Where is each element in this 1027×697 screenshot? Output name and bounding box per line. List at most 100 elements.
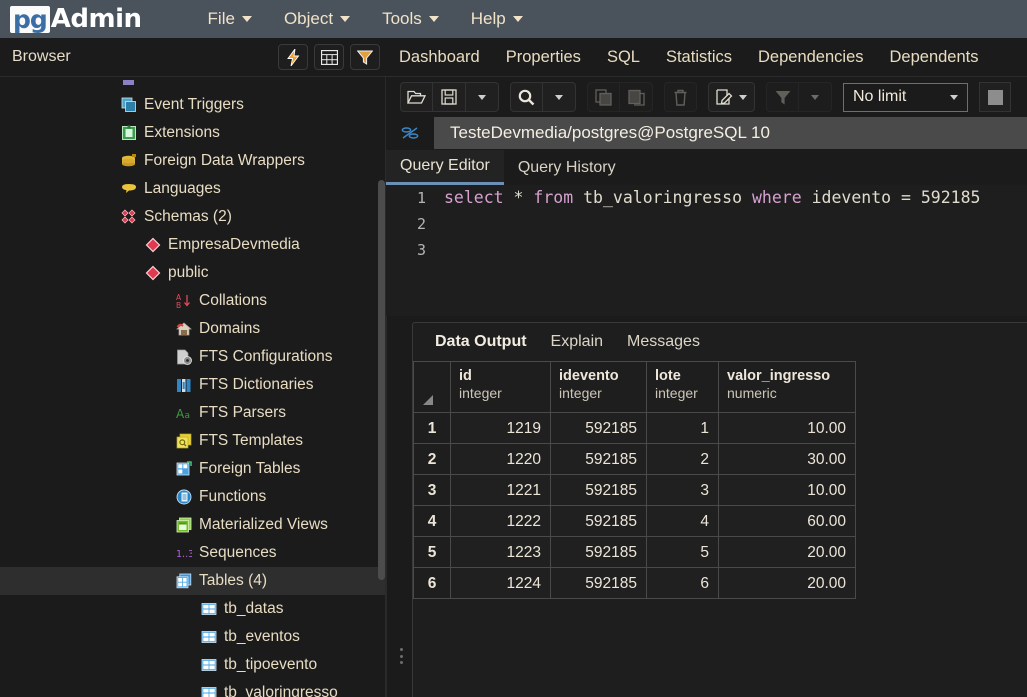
tree-node-tables[interactable]: Tables (4): [0, 567, 386, 595]
table-row[interactable]: 3 1221 592185 3 10.00: [413, 475, 856, 506]
tree-node-extensions[interactable]: Extensions: [0, 119, 386, 147]
tree-node-languages[interactable]: Languages: [0, 175, 386, 203]
tree-node-foreign-tables[interactable]: Foreign Tables: [0, 455, 386, 483]
tree-node-public[interactable]: public: [0, 259, 386, 287]
cell-lote[interactable]: 3: [647, 475, 719, 506]
menu-help[interactable]: Help: [455, 0, 539, 38]
panel-resize-handle[interactable]: [400, 645, 406, 667]
cell-lote[interactable]: 5: [647, 537, 719, 568]
tree-node-functions[interactable]: Functions: [0, 483, 386, 511]
tab-query-history[interactable]: Query History: [504, 150, 630, 185]
tab-sql[interactable]: SQL: [594, 38, 653, 77]
cell-valor-ingresso[interactable]: 10.00: [719, 413, 856, 444]
tab-dependencies[interactable]: Dependencies: [745, 38, 877, 77]
tree-node-tb-tipoevento[interactable]: tb_tipoevento: [0, 651, 386, 679]
tree-node-empresadevmedia[interactable]: EmpresaDevmedia: [0, 231, 386, 259]
cell-lote[interactable]: 6: [647, 568, 719, 599]
tree-node-sequences[interactable]: 1..3 Sequences: [0, 539, 386, 567]
copy-button[interactable]: [587, 82, 620, 112]
tab-data-output[interactable]: Data Output: [423, 333, 539, 351]
filter-options-dropdown[interactable]: [799, 82, 832, 112]
paste-button[interactable]: [620, 82, 653, 112]
row-index[interactable]: 5: [413, 537, 451, 568]
cell-valor-ingresso[interactable]: 30.00: [719, 444, 856, 475]
table-row[interactable]: 5 1223 592185 5 20.00: [413, 537, 856, 568]
tab-query-editor[interactable]: Query Editor: [386, 150, 504, 185]
open-file-button[interactable]: [400, 82, 433, 112]
tab-statistics[interactable]: Statistics: [653, 38, 745, 77]
menu-file[interactable]: File: [192, 0, 268, 38]
row-index[interactable]: 6: [413, 568, 451, 599]
grid-column-valor-ingresso[interactable]: valor_ingresso numeric: [719, 361, 856, 413]
row-limit-select[interactable]: No limit: [843, 82, 968, 112]
menu-object[interactable]: Object: [268, 0, 366, 38]
tab-properties[interactable]: Properties: [493, 38, 594, 77]
filter-rows-button[interactable]: [766, 82, 799, 112]
save-file-button[interactable]: [433, 82, 466, 112]
browser-filter-button[interactable]: [350, 44, 380, 70]
menu-tools[interactable]: Tools: [366, 0, 455, 38]
table-row[interactable]: 6 1224 592185 6 20.00: [413, 568, 856, 599]
tree-node-fts-configurations[interactable]: FTS Configurations: [0, 343, 386, 371]
tree-node-materialized-views[interactable]: Materialized Views: [0, 511, 386, 539]
tree-node-fts-parsers[interactable]: A a FTS Parsers: [0, 399, 386, 427]
cell-id[interactable]: 1223: [451, 537, 551, 568]
tree-node-fts-dictionaries[interactable]: FTS Dictionaries: [0, 371, 386, 399]
cell-valor-ingresso[interactable]: 20.00: [719, 568, 856, 599]
cell-lote[interactable]: 1: [647, 413, 719, 444]
sql-editor[interactable]: 1 2 3 select * from tb_valoringresso whe…: [386, 185, 1027, 316]
grid-column-lote[interactable]: lote integer: [647, 361, 719, 413]
cell-lote[interactable]: 4: [647, 506, 719, 537]
tab-explain[interactable]: Explain: [539, 333, 615, 351]
tab-dashboard[interactable]: Dashboard: [386, 38, 493, 77]
grid-view-button[interactable]: [314, 44, 344, 70]
cell-idevento[interactable]: 592185: [551, 444, 647, 475]
row-index[interactable]: 1: [413, 413, 451, 444]
cell-id[interactable]: 1222: [451, 506, 551, 537]
row-index[interactable]: 3: [413, 475, 451, 506]
tree-node-partial-top[interactable]: [0, 77, 386, 91]
edit-data-button[interactable]: [708, 82, 755, 112]
table-row[interactable]: 4 1222 592185 4 60.00: [413, 506, 856, 537]
row-index[interactable]: 2: [413, 444, 451, 475]
connection-icon-box[interactable]: [386, 117, 434, 149]
cell-idevento[interactable]: 592185: [551, 413, 647, 444]
tree-node-foreign-data-wrappers[interactable]: Foreign Data Wrappers: [0, 147, 386, 175]
tree-node-domains[interactable]: Domains: [0, 315, 386, 343]
quick-actions-button[interactable]: [278, 44, 308, 70]
cell-id[interactable]: 1221: [451, 475, 551, 506]
tree-node-tb-valoringresso[interactable]: tb_valoringresso: [0, 679, 386, 697]
grid-column-idevento[interactable]: idevento integer: [551, 361, 647, 413]
find-options-dropdown[interactable]: [543, 82, 576, 112]
cell-id[interactable]: 1219: [451, 413, 551, 444]
tree-node-event-triggers[interactable]: Event Triggers: [0, 91, 386, 119]
tree-node-fts-templates[interactable]: FTS Templates: [0, 427, 386, 455]
tree-scrollbar-thumb[interactable]: [378, 180, 385, 580]
save-options-dropdown[interactable]: [466, 82, 499, 112]
cell-id[interactable]: 1220: [451, 444, 551, 475]
table-row[interactable]: 2 1220 592185 2 30.00: [413, 444, 856, 475]
cell-valor-ingresso[interactable]: 20.00: [719, 537, 856, 568]
cell-id[interactable]: 1224: [451, 568, 551, 599]
tab-dependents[interactable]: Dependents: [877, 38, 992, 77]
editor-code-area[interactable]: select * from tb_valoringresso where ide…: [438, 185, 1027, 316]
row-index[interactable]: 4: [413, 506, 451, 537]
tree-node-schemas[interactable]: Schemas (2): [0, 203, 386, 231]
cell-idevento[interactable]: 592185: [551, 506, 647, 537]
find-button[interactable]: [510, 82, 543, 112]
tab-messages[interactable]: Messages: [615, 333, 712, 351]
tree-node-tb-eventos[interactable]: tb_eventos: [0, 623, 386, 651]
stop-query-button[interactable]: [979, 82, 1011, 112]
tree-node-collations[interactable]: A B Collations: [0, 287, 386, 315]
cell-lote[interactable]: 2: [647, 444, 719, 475]
cell-valor-ingresso[interactable]: 60.00: [719, 506, 856, 537]
grid-corner-cell[interactable]: [413, 361, 451, 413]
cell-valor-ingresso[interactable]: 10.00: [719, 475, 856, 506]
cell-idevento[interactable]: 592185: [551, 475, 647, 506]
cell-idevento[interactable]: 592185: [551, 568, 647, 599]
delete-button[interactable]: [664, 82, 697, 112]
cell-idevento[interactable]: 592185: [551, 537, 647, 568]
table-row[interactable]: 1 1219 592185 1 10.00: [413, 413, 856, 444]
tree-node-tb-datas[interactable]: tb_datas: [0, 595, 386, 623]
grid-column-id[interactable]: id integer: [451, 361, 551, 413]
